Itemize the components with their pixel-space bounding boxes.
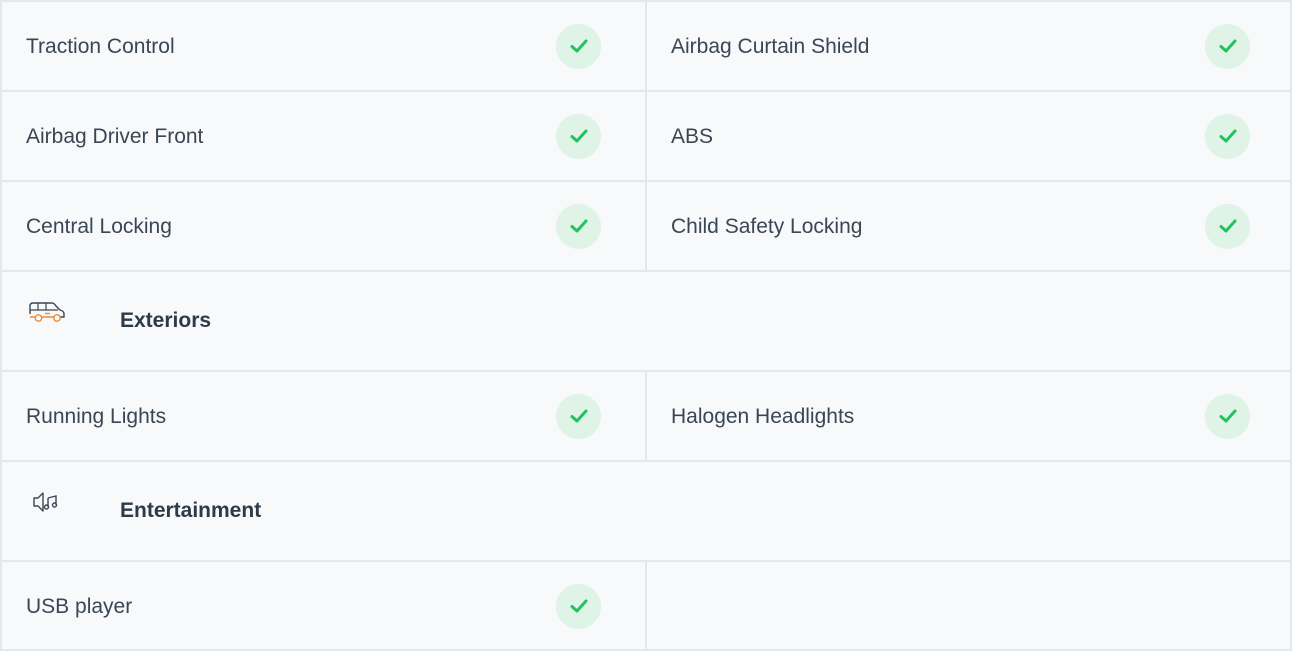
features-table: Traction Control Airbag Curtain Shield A… <box>0 0 1292 651</box>
section-title: Exteriors <box>120 309 212 332</box>
feature-row: Central Locking Child Safety Locking <box>2 182 1290 272</box>
check-icon <box>1205 393 1250 439</box>
section-header-exteriors[interactable]: Exteriors <box>2 272 1290 372</box>
feature-label: USB player <box>26 594 133 618</box>
section-title: Entertainment <box>120 499 262 522</box>
feature-cell: Central Locking <box>2 182 647 270</box>
check-icon <box>556 113 601 159</box>
check-icon <box>556 583 601 629</box>
feature-row: Traction Control Airbag Curtain Shield <box>2 2 1290 92</box>
check-icon <box>556 23 601 69</box>
feature-label: Running Lights <box>26 404 167 428</box>
feature-cell: Airbag Driver Front <box>2 92 647 180</box>
feature-row: Running Lights Halogen Headlights <box>2 372 1290 462</box>
feature-cell: Airbag Curtain Shield <box>647 2 1292 90</box>
feature-label: Halogen Headlights <box>671 404 855 428</box>
feature-label: Traction Control <box>26 34 175 58</box>
feature-label: Central Locking <box>26 214 172 238</box>
speaker-music-icon <box>24 487 68 517</box>
feature-cell: USB player <box>2 562 647 650</box>
feature-cell: ABS <box>647 92 1292 180</box>
check-icon <box>1205 23 1250 69</box>
feature-cell: Running Lights <box>2 372 647 460</box>
feature-label: ABS <box>671 124 714 148</box>
feature-cell: Traction Control <box>2 2 647 90</box>
feature-label: Child Safety Locking <box>671 214 863 238</box>
section-header-entertainment[interactable]: Entertainment <box>2 462 1290 562</box>
check-icon <box>1205 203 1250 249</box>
check-icon <box>556 393 601 439</box>
feature-cell-empty <box>647 562 1292 650</box>
feature-cell: Halogen Headlights <box>647 372 1292 460</box>
check-icon <box>1205 113 1250 159</box>
feature-label: Airbag Curtain Shield <box>671 34 870 58</box>
feature-cell: Child Safety Locking <box>647 182 1292 270</box>
check-icon <box>556 203 601 249</box>
feature-row: Airbag Driver Front ABS <box>2 92 1290 182</box>
car-icon <box>24 297 68 327</box>
feature-row: USB player <box>2 562 1290 651</box>
feature-label: Airbag Driver Front <box>26 124 204 148</box>
